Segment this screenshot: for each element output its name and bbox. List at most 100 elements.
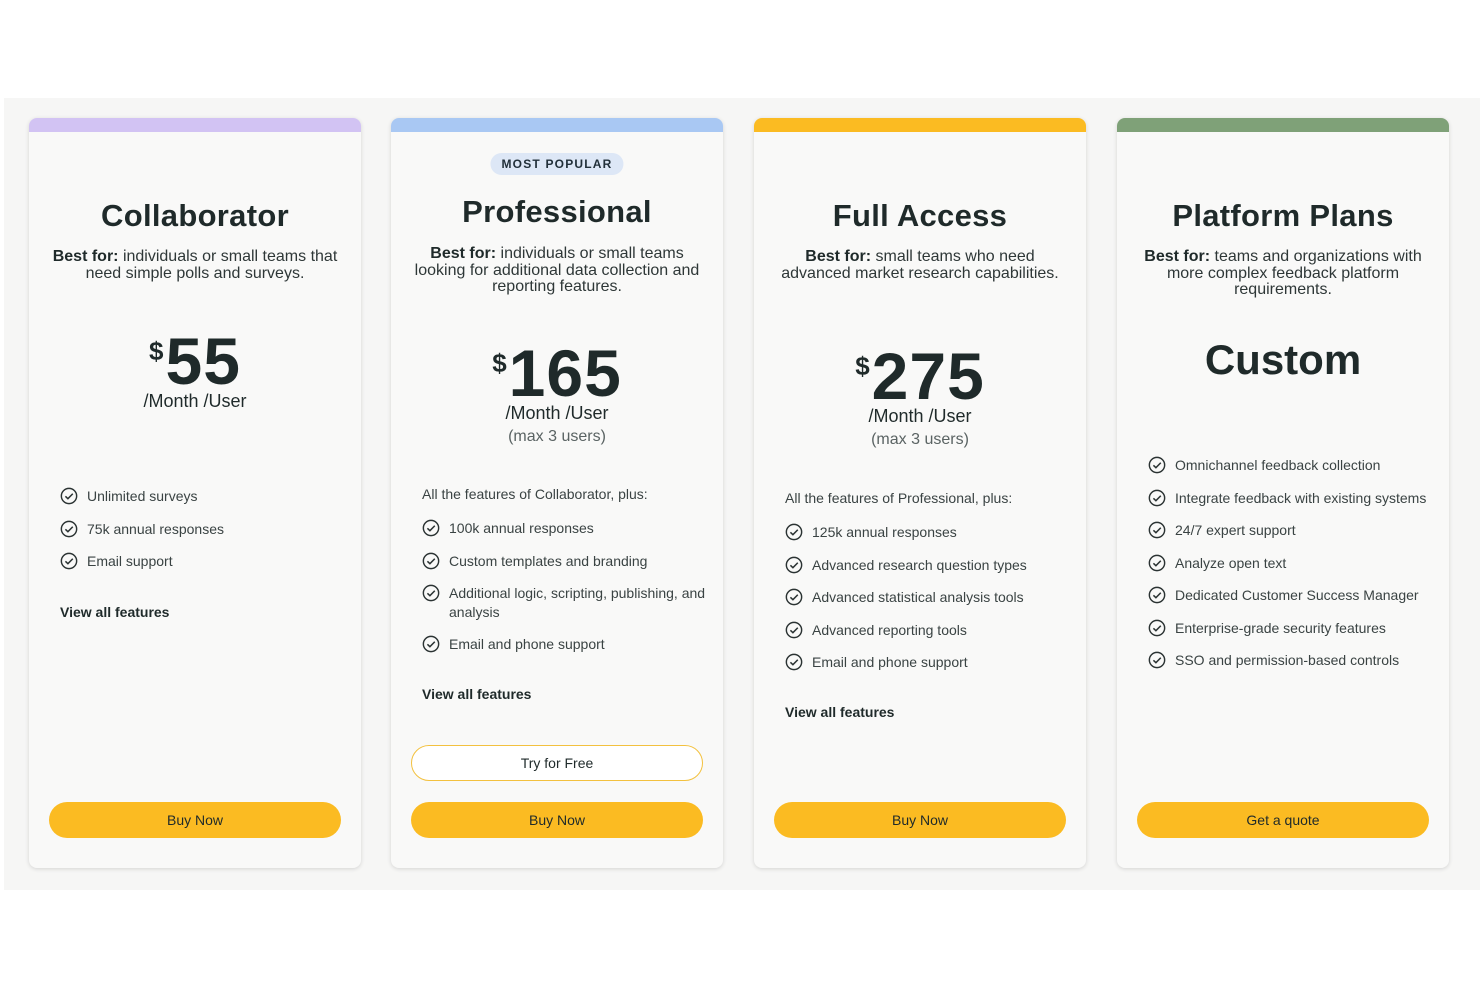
feature-item: Advanced statistical analysis tools (785, 588, 1075, 607)
check-circle-icon (60, 487, 78, 505)
price-amount: 165 (508, 336, 622, 410)
plan-best-for: Best for: small teams who need advanced … (774, 248, 1066, 282)
feature-item: 100k annual responses (422, 519, 712, 538)
price-amount: 275 (871, 339, 985, 413)
feature-text: SSO and permission-based controls (1175, 652, 1400, 668)
price-period: /Month /User (868, 406, 972, 426)
feature-item: 125k annual responses (785, 523, 1075, 542)
feature-text: 75k annual responses (87, 520, 224, 537)
feature-text: Advanced research question types (812, 556, 1027, 573)
view-all-features-link[interactable]: View all features (785, 704, 894, 720)
best-for-label: Best for: (430, 245, 497, 262)
price-period: /Month /User (143, 391, 247, 411)
check-circle-icon (785, 621, 803, 638)
feature-item: SSO and permission-based controls (1148, 651, 1438, 670)
get-a-quote-button[interactable]: Get a quote (1137, 802, 1429, 838)
buy-now-button[interactable]: Buy Now (49, 802, 341, 838)
plan-card-platform-plans: Platform Plans Best for: teams and organ… (1117, 118, 1449, 868)
plan-price: Custom (1204, 336, 1362, 383)
price-currency: $ (149, 336, 164, 366)
feature-text: 125k annual responses (812, 524, 957, 540)
plan-title: Collaborator (101, 198, 289, 233)
feature-list: Unlimited surveys 75k annual responses E… (60, 487, 350, 571)
buy-now-button[interactable]: Buy Now (411, 802, 703, 838)
price-currency: $ (855, 351, 870, 381)
feature-text: Analyze open text (1175, 554, 1287, 571)
view-all-features-link[interactable]: View all features (422, 686, 531, 702)
plan-card-professional: MOST POPULAR Professional Best for: indi… (391, 118, 723, 868)
feature-text: Custom templates and branding (449, 552, 648, 569)
best-for-label: Best for: (52, 248, 119, 265)
feature-item: 75k annual responses (60, 520, 350, 539)
view-all-features-link[interactable]: View all features (60, 604, 169, 620)
feature-item: Enterprise-grade security features (1148, 619, 1438, 638)
plan-best-for: Best for: individuals or small teams loo… (411, 245, 703, 296)
plan-card-collaborator: Collaborator Best for: individuals or sm… (29, 118, 361, 868)
plan-title: Professional (462, 194, 652, 229)
feature-item: Omnichannel feedback collection (1148, 456, 1438, 475)
feature-text: 100k annual responses (449, 520, 594, 536)
check-circle-icon (1148, 521, 1166, 539)
feature-item: Additional logic, scripting, publishing,… (422, 584, 712, 621)
feature-list: Omnichannel feedback collection Integrat… (1148, 456, 1438, 670)
feature-text: Omnichannel feedback collection (1175, 457, 1381, 473)
most-popular-badge: MOST POPULAR (490, 153, 624, 175)
check-circle-icon (1148, 554, 1166, 571)
feature-item: Advanced reporting tools (785, 621, 1075, 640)
feature-text: Integrate feedback with existing systems (1175, 489, 1427, 506)
buy-now-button[interactable]: Buy Now (774, 802, 1066, 838)
plan-card-full-access: Full Access Best for: small teams who ne… (754, 118, 1086, 868)
feature-text: Email support (87, 553, 173, 569)
feature-item: Email support (60, 552, 350, 571)
check-circle-icon (1148, 489, 1166, 506)
plan-title: Platform Plans (1172, 198, 1394, 233)
feature-text: Additional logic, scripting, publishing,… (449, 585, 706, 620)
check-circle-icon (785, 523, 803, 541)
plan-color-bar (1117, 118, 1449, 132)
check-circle-icon (785, 588, 803, 606)
feature-item: Integrate feedback with existing systems (1148, 489, 1438, 508)
price-currency: $ (492, 348, 507, 378)
feature-text: Advanced statistical analysis tools (812, 589, 1024, 605)
check-circle-icon (422, 519, 440, 537)
plan-price: $275 (754, 343, 1086, 409)
check-circle-icon (422, 584, 440, 602)
check-circle-icon (785, 653, 803, 671)
plan-color-bar (754, 118, 1086, 132)
feature-item: Dedicated Customer Success Manager (1148, 586, 1438, 605)
best-for-text: individuals or small teams that need sim… (85, 248, 338, 282)
max-users-note: (max 3 users) (871, 431, 969, 448)
check-circle-icon (422, 552, 440, 569)
price-amount: 55 (165, 324, 241, 398)
feature-list: 100k annual responses Custom templates a… (422, 519, 712, 654)
feature-item: Custom templates and branding (422, 552, 712, 571)
feature-text: Email and phone support (449, 636, 605, 652)
feature-item: Advanced research question types (785, 556, 1075, 575)
feature-text: 24/7 expert support (1175, 522, 1296, 538)
features-intro: All the features of Professional, plus: (785, 490, 1013, 506)
best-for-label: Best for: (805, 248, 872, 265)
check-circle-icon (1148, 651, 1166, 669)
plan-price: $55 (29, 328, 361, 394)
feature-text: Dedicated Customer Success Manager (1175, 587, 1419, 603)
check-circle-icon (60, 552, 78, 570)
feature-text: Enterprise-grade security features (1175, 619, 1386, 636)
feature-list: 125k annual responses Advanced research … (785, 523, 1075, 672)
check-circle-icon (1148, 586, 1166, 604)
feature-item: Email and phone support (422, 635, 712, 654)
check-circle-icon (1148, 619, 1166, 636)
check-circle-icon (1148, 456, 1166, 474)
feature-text: Advanced reporting tools (812, 621, 967, 638)
try-for-free-button[interactable]: Try for Free (411, 745, 703, 781)
feature-item: Unlimited surveys (60, 487, 350, 506)
check-circle-icon (785, 556, 803, 573)
feature-text: Unlimited surveys (87, 488, 198, 504)
plan-color-bar (391, 118, 723, 132)
plan-best-for: Best for: individuals or small teams tha… (49, 248, 341, 282)
max-users-note: (max 3 users) (508, 428, 606, 445)
features-intro: All the features of Collaborator, plus: (422, 486, 648, 502)
feature-item: Email and phone support (785, 653, 1075, 672)
feature-text: Email and phone support (812, 654, 968, 670)
feature-item: 24/7 expert support (1148, 521, 1438, 540)
plan-price: $165 (391, 340, 723, 406)
